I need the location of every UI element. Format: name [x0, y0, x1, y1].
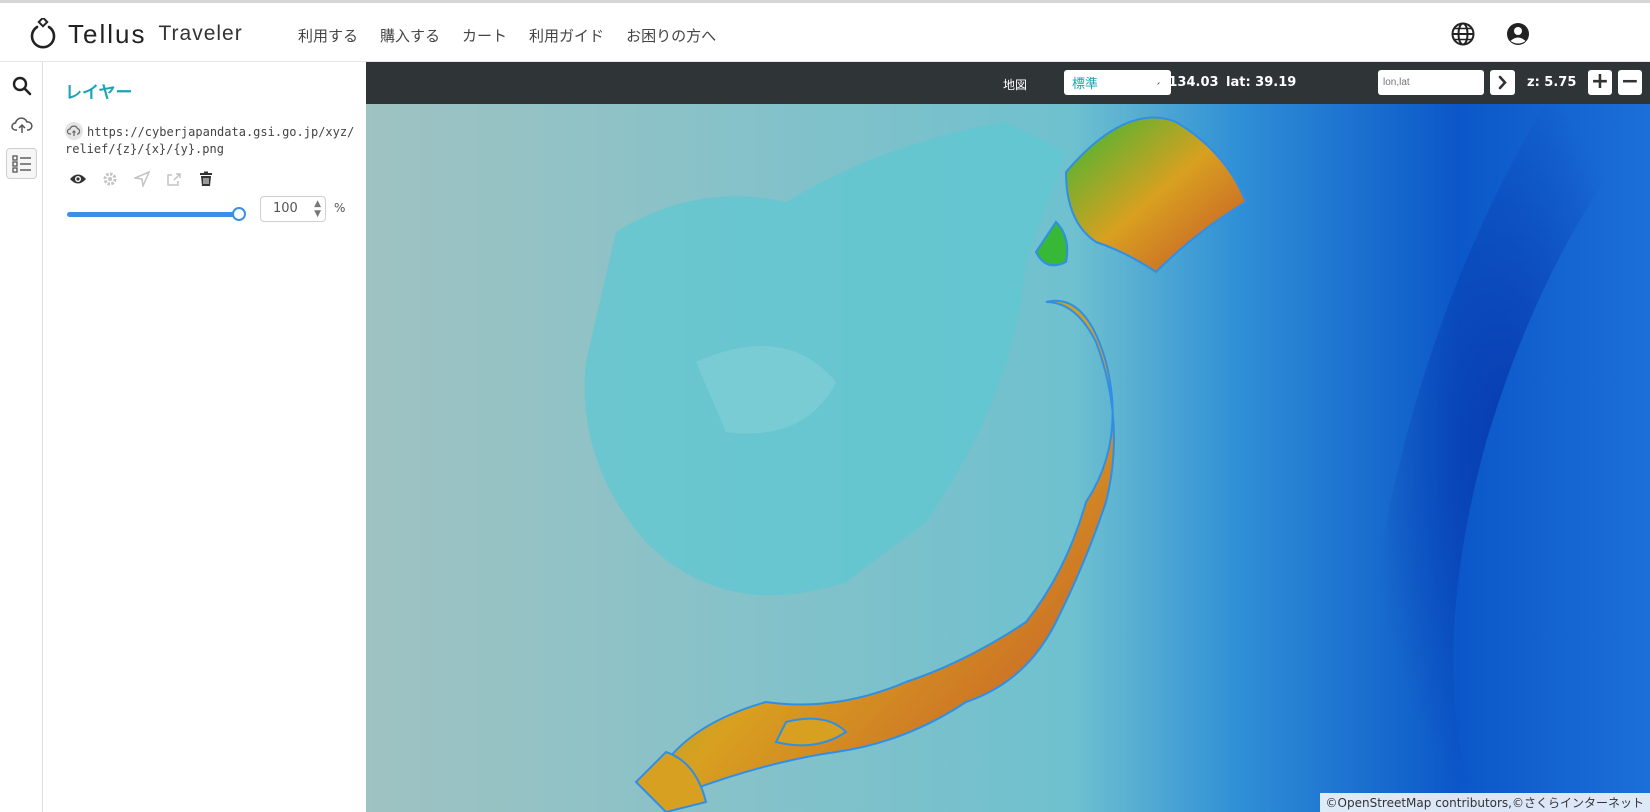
site-header: Tellus Traveler 利用する 購入する カート 利用ガイド お困りの…: [0, 3, 1650, 62]
map-style-label: 地図: [1003, 78, 1028, 92]
relief-map-image: [366, 62, 1650, 812]
map-canvas[interactable]: ©OpenStreetMap contributors,©さくらインターネット: [366, 62, 1650, 812]
go-to-coords-button[interactable]: [1490, 70, 1515, 95]
trash-icon[interactable]: [195, 168, 217, 190]
layer-url: https://cyberjapandata.gsi.go.jp/xyz/rel…: [65, 122, 355, 158]
logo-mark-icon: [28, 16, 58, 50]
logo-wordmark: Tellus: [68, 18, 147, 49]
eye-icon[interactable]: [67, 168, 89, 190]
logo-product-name: Traveler: [158, 22, 243, 45]
map-attribution[interactable]: ©OpenStreetMap contributors,©さくらインターネット: [1319, 793, 1650, 812]
opacity-slider-track: [67, 212, 237, 217]
map-style-value: 標準: [1072, 77, 1099, 92]
layer-panel: レイヤー https://cyberjapandata.gsi.go.jp/xy…: [43, 62, 366, 812]
nav-item-purchase[interactable]: 購入する: [380, 25, 440, 46]
nav-item-help[interactable]: お困りの方へ: [626, 25, 716, 46]
zoom-level-readout: z: 5.75: [1527, 75, 1577, 90]
longitude-readout: lon: 134.03: [1136, 75, 1219, 90]
layer-tools: [67, 168, 227, 190]
user-account-icon[interactable]: [1505, 21, 1531, 47]
gear-icon[interactable]: [99, 168, 121, 190]
tool-rail: [0, 62, 43, 812]
opacity-stepper[interactable]: 100 ▲ ▼: [260, 196, 326, 222]
cloud-icon: [65, 122, 83, 140]
logo[interactable]: Tellus Traveler: [28, 16, 243, 51]
nav-item-cart[interactable]: カート: [462, 25, 507, 46]
map-toolbar: 地図 標準 ⌄ lon: 134.03 lat: 39.19 z: 5.75 +…: [366, 62, 1650, 104]
opacity-slider-thumb[interactable]: [232, 207, 246, 221]
stepper-arrows-icon[interactable]: ▲ ▼: [314, 199, 321, 219]
main-nav: 利用する 購入する カート 利用ガイド お困りの方へ: [298, 25, 738, 46]
lonlat-input[interactable]: [1378, 70, 1484, 95]
search-icon[interactable]: [6, 70, 37, 101]
chevron-right-icon: [1498, 75, 1507, 90]
globe-icon[interactable]: [1450, 21, 1476, 47]
latitude-readout: lat: 39.19: [1226, 75, 1297, 90]
opacity-unit: %: [334, 201, 346, 215]
locate-icon[interactable]: [131, 168, 153, 190]
layer-url-text: https://cyberjapandata.gsi.go.jp/xyz/rel…: [65, 125, 355, 156]
layer-list-icon[interactable]: [6, 148, 37, 179]
cloud-upload-icon[interactable]: [6, 109, 37, 140]
nav-item-guide[interactable]: 利用ガイド: [529, 25, 604, 46]
share-icon[interactable]: [163, 168, 185, 190]
panel-title: レイヤー: [65, 83, 133, 103]
nav-item-use[interactable]: 利用する: [298, 25, 358, 46]
opacity-value: 100: [273, 201, 298, 216]
zoom-in-button[interactable]: +: [1588, 70, 1612, 95]
zoom-out-button[interactable]: −: [1618, 70, 1642, 95]
opacity-slider[interactable]: [67, 205, 246, 225]
